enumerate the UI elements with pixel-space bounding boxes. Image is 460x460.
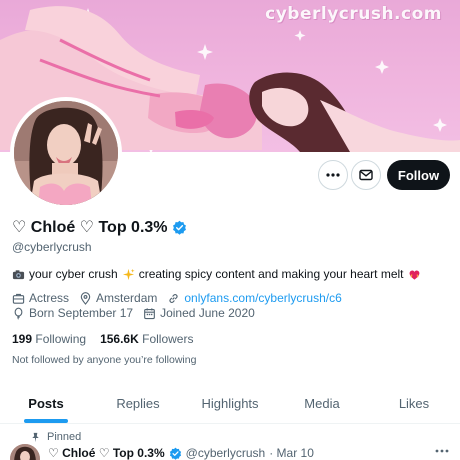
profile-tabs: Posts Replies Highlights Media Likes: [0, 384, 460, 424]
joined-text: Joined June 2020: [160, 306, 255, 320]
tab-media[interactable]: Media: [276, 384, 368, 423]
tab-replies[interactable]: Replies: [92, 384, 184, 423]
display-name: ♡ Chloé ♡ Top 0.3%: [12, 219, 168, 236]
tweet-date[interactable]: · Mar 10: [269, 446, 314, 460]
profile-meta-row-2: Born September 17 Joined June 2020: [12, 306, 265, 320]
birthday-item: Born September 17: [12, 306, 133, 320]
calendar-icon: [144, 307, 155, 319]
bio-text-part2: creating spicy content and making your h…: [138, 267, 404, 281]
profile-handle: @cyberlycrush: [12, 240, 92, 254]
verified-badge-icon[interactable]: [172, 220, 187, 235]
pinned-indicator: Pinned: [30, 431, 81, 443]
following-link[interactable]: 199 Following: [12, 332, 86, 346]
bio-text-part1: your cyber crush: [29, 267, 118, 281]
followers-count: 156.6K: [100, 332, 139, 346]
tab-label: Posts: [28, 396, 64, 411]
tweet-author-handle[interactable]: @cyberlycrush: [186, 446, 266, 460]
following-label: Following: [35, 332, 87, 346]
location-pin-icon: [80, 291, 91, 305]
following-count: 199: [12, 332, 33, 346]
banner-watermark: cyberlycrush.com: [265, 4, 442, 24]
name-row: ♡ Chloé ♡ Top 0.3%: [12, 217, 187, 237]
not-followed-notice: Not followed by anyone you’re following: [12, 354, 197, 366]
tweet-author-name[interactable]: ♡ Chloé ♡ Top 0.3%: [48, 446, 165, 460]
followers-link[interactable]: 156.6K Followers: [100, 332, 193, 346]
link-icon: [169, 293, 178, 303]
birthday-text: Born September 17: [29, 306, 134, 320]
tab-label: Highlights: [201, 396, 259, 411]
joined-item: Joined June 2020: [143, 306, 255, 320]
profile-meta-row-1: Actress Amsterdam onlyfans.com/cyberlycr…: [12, 291, 352, 305]
tab-highlights[interactable]: Highlights: [184, 384, 276, 423]
ellipsis-icon: [435, 449, 449, 453]
verified-badge-icon: [169, 447, 181, 460]
melting-heart-emoji-icon: [409, 270, 419, 280]
ellipsis-icon: [326, 173, 340, 177]
tweet-avatar-photo: [10, 444, 40, 460]
briefcase-icon: [12, 293, 25, 304]
tweet-more-button[interactable]: [434, 443, 450, 460]
tab-label: Likes: [398, 396, 430, 411]
location-item: Amsterdam: [79, 291, 157, 305]
tab-label: Media: [304, 396, 340, 411]
sparkles-emoji-icon: [122, 268, 135, 280]
pinned-label: Pinned: [47, 431, 82, 443]
tweet-header: ♡ Chloé ♡ Top 0.3% @cyberlycrush · Mar 1…: [48, 446, 314, 460]
profile-bio: your cyber crush creating spicy content …: [12, 266, 425, 282]
tab-posts[interactable]: Posts: [0, 384, 92, 423]
avatar-photo: [14, 101, 118, 205]
active-tab-indicator: [24, 419, 68, 423]
tab-likes[interactable]: Likes: [368, 384, 460, 423]
profession-item: Actress: [12, 291, 69, 305]
tab-label: Replies: [116, 396, 160, 411]
profession-text: Actress: [29, 291, 70, 305]
tweet-author-avatar[interactable]: [10, 444, 40, 460]
profile-avatar[interactable]: [10, 97, 122, 209]
follow-counts: 199 Following 156.6K Followers: [12, 332, 193, 346]
follow-button[interactable]: Follow: [387, 160, 450, 190]
camera-emoji-icon: [12, 269, 25, 279]
followers-label: Followers: [142, 332, 194, 346]
website-link[interactable]: onlyfans.com/cyberlycrush/c6: [184, 291, 341, 305]
location-text: Amsterdam: [96, 291, 158, 305]
website-item[interactable]: onlyfans.com/cyberlycrush/c6: [167, 291, 342, 305]
envelope-icon: [359, 169, 373, 181]
pin-icon: [32, 432, 39, 442]
balloon-icon: [14, 307, 23, 320]
more-options-button[interactable]: [318, 160, 348, 190]
message-button[interactable]: [351, 160, 381, 190]
